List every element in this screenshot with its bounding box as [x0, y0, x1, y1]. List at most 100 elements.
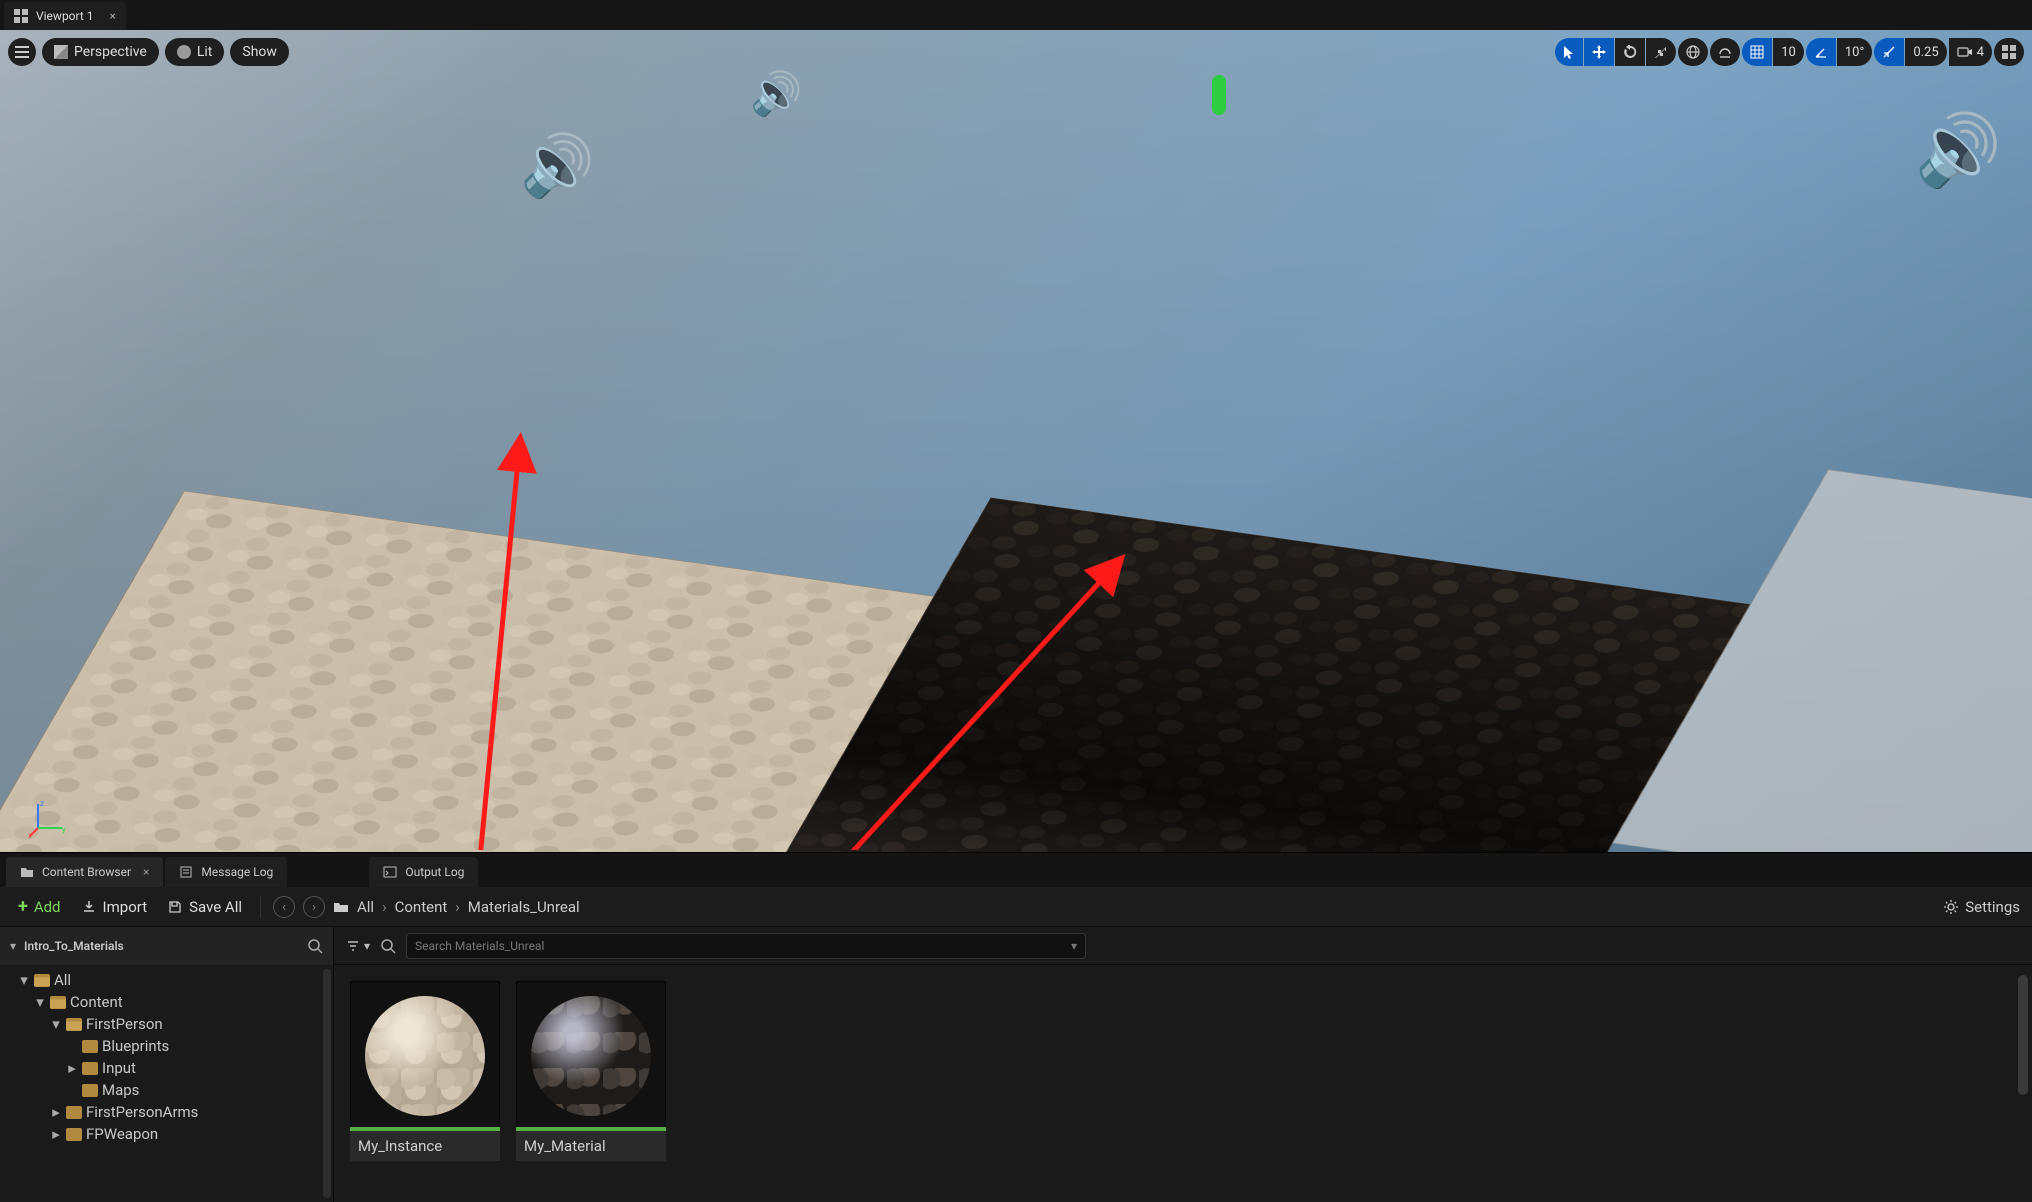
viewport-tabbar: Viewport 1 × — [0, 0, 2032, 30]
unreal-editor-window: Viewport 1 × 🔊 🔊 🔊 — [0, 0, 2032, 1202]
asset-scrollbar[interactable] — [2018, 975, 2028, 1095]
sources-title: Intro_To_Materials — [24, 939, 124, 953]
viewport-options-button[interactable] — [8, 38, 36, 66]
close-icon[interactable]: × — [110, 9, 116, 23]
tree-item-maps[interactable]: ▸Maps — [0, 1079, 333, 1101]
snap-icon — [1718, 45, 1732, 59]
angle-snap-value[interactable]: 10° — [1837, 38, 1872, 66]
sources-panel: ▾ Intro_To_Materials ▾All ▾Content ▾Firs… — [0, 927, 334, 1202]
grid-snap-toggle[interactable] — [1742, 38, 1772, 66]
globe-icon — [1686, 45, 1700, 59]
select-mode-button[interactable] — [1555, 38, 1583, 66]
settings-button[interactable]: Settings — [1943, 898, 2020, 916]
viewport-layout-button[interactable] — [1994, 38, 2024, 66]
move-icon — [1592, 45, 1606, 59]
tree-scrollbar[interactable] — [323, 969, 331, 1198]
lit-button[interactable]: Lit — [165, 38, 225, 66]
folder-icon — [34, 974, 50, 987]
bottom-tabbar: Content Browser × Message Log Output Log — [0, 853, 2032, 887]
chevron-down-icon: ▾ — [1071, 939, 1077, 953]
asset-label: My_Material — [516, 1131, 666, 1161]
log-icon — [179, 865, 193, 879]
tree-item-input[interactable]: ▸Input — [0, 1057, 333, 1079]
viewport-scene: 🔊 🔊 🔊 — [0, 30, 2032, 852]
tab-message-log[interactable]: Message Log — [165, 857, 287, 887]
tree-item-all[interactable]: ▾All — [0, 969, 333, 991]
folder-icon — [50, 996, 66, 1009]
tree-item-fpweapon[interactable]: ▸FPWeapon — [0, 1123, 333, 1145]
svg-text:z: z — [40, 799, 44, 808]
camera-speed-button[interactable]: 4 — [1949, 38, 1992, 66]
import-icon — [81, 899, 97, 915]
asset-filter-bar: ▾ Search Materials_Unreal ▾ — [334, 927, 2032, 965]
world-local-toggle[interactable] — [1678, 38, 1708, 66]
scale-icon — [1654, 45, 1668, 59]
tab-content-browser[interactable]: Content Browser × — [6, 857, 163, 887]
asset-thumbnail — [350, 981, 500, 1131]
asset-item[interactable]: My_Instance — [350, 981, 500, 1186]
chevron-right-icon: › — [455, 898, 460, 916]
tree-item-firstperson[interactable]: ▾FirstPerson — [0, 1013, 333, 1035]
angle-snap-toggle[interactable] — [1806, 38, 1836, 66]
grid-snap-value[interactable]: 10 — [1773, 38, 1804, 66]
nav-forward-button[interactable]: › — [303, 896, 325, 918]
asset-status-bar — [516, 1127, 666, 1131]
content-browser-toolbar: + Add Import Save All ‹ › All › Content … — [0, 887, 2032, 927]
search-icon[interactable] — [307, 938, 323, 954]
nav-back-button[interactable]: ‹ — [273, 896, 295, 918]
folder-icon — [66, 1106, 82, 1119]
asset-thumbnail — [516, 981, 666, 1131]
folder-icon — [66, 1128, 82, 1141]
asset-label: My_Instance — [350, 1131, 500, 1161]
viewport-icon — [14, 9, 28, 23]
grid-icon — [1750, 45, 1764, 59]
asset-status-bar — [350, 1127, 500, 1131]
scale-snap-value[interactable]: 0.25 — [1905, 38, 1946, 66]
scale-mode-button[interactable] — [1646, 38, 1676, 66]
perspective-button[interactable]: Perspective — [42, 38, 159, 66]
save-icon — [167, 899, 183, 915]
angle-icon — [1814, 45, 1828, 59]
scale-snap-icon — [1882, 45, 1896, 59]
search-input[interactable]: Search Materials_Unreal ▾ — [406, 933, 1086, 959]
breadcrumb: All › Content › Materials_Unreal — [357, 898, 580, 916]
scene-gizmo-handle — [1212, 75, 1226, 115]
filter-button[interactable]: ▾ — [346, 939, 370, 953]
save-all-button[interactable]: Save All — [161, 894, 248, 920]
translate-mode-button[interactable] — [1584, 38, 1614, 66]
content-browser-body: ▾ Intro_To_Materials ▾All ▾Content ▾Firs… — [0, 927, 2032, 1202]
tab-output-log[interactable]: Output Log — [369, 857, 478, 887]
layout-icon — [2002, 45, 2016, 59]
import-button[interactable]: Import — [75, 894, 154, 920]
add-button[interactable]: + Add — [12, 892, 67, 921]
svg-text:x: x — [28, 831, 32, 838]
asset-view: ▾ Search Materials_Unreal ▾ My_Instance — [334, 927, 2032, 1202]
perspective-label: Perspective — [74, 44, 147, 60]
sources-header[interactable]: ▾ Intro_To_Materials — [0, 927, 333, 965]
source-tree: ▾All ▾Content ▾FirstPerson ▸Blueprints ▸… — [0, 965, 333, 1202]
axis-gizmo: z y x — [28, 798, 68, 838]
asset-item[interactable]: My_Material — [516, 981, 666, 1186]
viewport[interactable]: 🔊 🔊 🔊 Perspective Li — [0, 30, 2032, 852]
lit-label: Lit — [197, 44, 213, 60]
rotate-mode-button[interactable] — [1615, 38, 1645, 66]
breadcrumb-item[interactable]: All — [357, 898, 374, 916]
tree-item-content[interactable]: ▾Content — [0, 991, 333, 1013]
camera-icon — [1957, 46, 1973, 58]
close-icon[interactable]: × — [143, 865, 149, 879]
sphere-icon — [177, 45, 191, 59]
plus-icon: + — [18, 896, 28, 917]
scale-snap-toggle[interactable] — [1874, 38, 1904, 66]
tree-item-firstpersonarms[interactable]: ▸FirstPersonArms — [0, 1101, 333, 1123]
surface-snap-button[interactable] — [1710, 38, 1740, 66]
show-button[interactable]: Show — [230, 38, 289, 66]
speaker-icon: 🔊 — [520, 130, 595, 201]
search-icon — [380, 938, 396, 954]
gear-icon — [1943, 899, 1959, 915]
viewport-tab[interactable]: Viewport 1 × — [4, 2, 126, 30]
chevron-down-icon: ▾ — [10, 939, 16, 953]
breadcrumb-item[interactable]: Materials_Unreal — [468, 898, 580, 916]
tree-item-blueprints[interactable]: ▸Blueprints — [0, 1035, 333, 1057]
folder-icon[interactable] — [333, 899, 349, 915]
breadcrumb-item[interactable]: Content — [395, 898, 448, 916]
